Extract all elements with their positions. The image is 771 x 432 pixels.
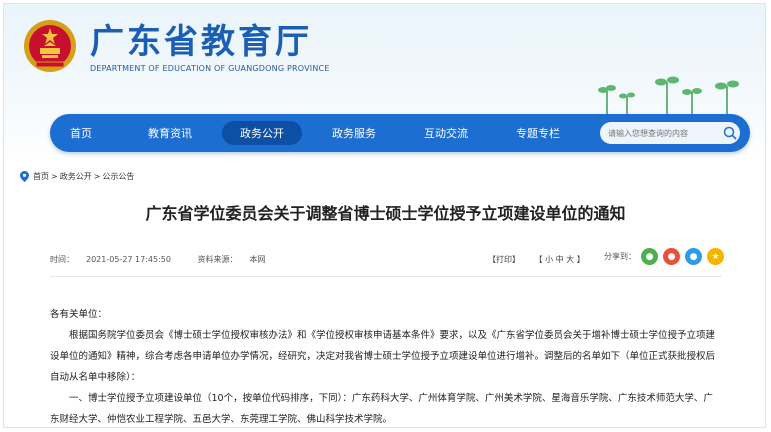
nav-item-gov-affairs[interactable]: 政务公开 — [222, 121, 302, 145]
print-button[interactable]: 【打印】 — [488, 255, 520, 264]
site-title[interactable]: 广东省教育厅 — [90, 14, 312, 63]
decorative-plants-icon — [598, 76, 739, 116]
article-tools: 【打印】 【 小 中 大 】 — [488, 254, 597, 265]
location-pin-icon — [20, 171, 29, 182]
qq-icon[interactable]: ● — [685, 248, 702, 265]
search-input[interactable] — [600, 127, 722, 139]
wechat-icon[interactable]: ● — [641, 248, 658, 265]
time-label: 时间： — [50, 255, 74, 264]
search-box — [600, 122, 740, 144]
breadcrumb: 首页 > 政务公开 > 公示公告 — [20, 171, 136, 182]
divider — [50, 276, 722, 277]
article-title: 广东省学位委员会关于调整省博士硕士学位授予立项建设单位的通知 — [145, 204, 626, 223]
breadcrumb-separator: > — [51, 172, 58, 181]
breadcrumb-announcements[interactable]: 公示公告 — [102, 171, 134, 182]
share-bar: 分享到： ● ● ● ★ — [604, 248, 724, 265]
weibo-icon[interactable]: ● — [663, 248, 680, 265]
breadcrumb-separator: > — [93, 172, 101, 181]
article-meta: 时间： 2021-05-27 17:45:50 资料来源： 本网 — [50, 254, 290, 265]
paragraph: 根据国务院学位委员会《博士硕士学位授权审核办法》和《学位授权审核申请基本条件》要… — [50, 330, 716, 383]
nav-item-news[interactable]: 教育资讯 — [130, 121, 210, 145]
breadcrumb-home[interactable]: 首页 — [33, 171, 49, 182]
qzone-icon[interactable]: ★ — [707, 248, 724, 265]
font-size-control[interactable]: 【 小 中 大 】 — [535, 255, 585, 264]
main-nav: 首页 教育资讯 政务公开 政务服务 互动交流 专题专栏 — [50, 114, 750, 152]
nav-item-services[interactable]: 政务服务 — [314, 121, 394, 145]
site-subtitle: DEPARTMENT OF EDUCATION OF GUANGDONG PRO… — [90, 64, 330, 73]
nav-item-home[interactable]: 首页 — [50, 121, 112, 145]
site-header: 广东省教育厅 DEPARTMENT OF EDUCATION OF GUANGD… — [4, 4, 765, 164]
breadcrumb-gov-affairs[interactable]: 政务公开 — [60, 171, 92, 182]
nav-item-topics[interactable]: 专题专栏 — [498, 121, 578, 145]
share-label: 分享到： — [604, 252, 636, 261]
national-emblem-icon[interactable] — [22, 18, 78, 74]
paragraph: 一、博士学位授予立项建设单位（10个，按单位代码排序，下同）：广东药科大学、广州… — [50, 393, 713, 425]
nav-item-interaction[interactable]: 互动交流 — [406, 121, 486, 145]
publish-time: 2021-05-27 17:45:50 — [86, 255, 171, 264]
greeting: 各有关单位： — [50, 309, 108, 320]
article-body: 各有关单位： 根据国务院学位委员会《博士硕士学位授权审核办法》和《学位授权审核申… — [50, 304, 722, 427]
search-icon[interactable] — [722, 125, 738, 141]
source-value: 本网 — [249, 255, 266, 264]
page-frame: 广东省教育厅 DEPARTMENT OF EDUCATION OF GUANGD… — [3, 3, 766, 428]
source-label: 资料来源： — [197, 255, 238, 264]
